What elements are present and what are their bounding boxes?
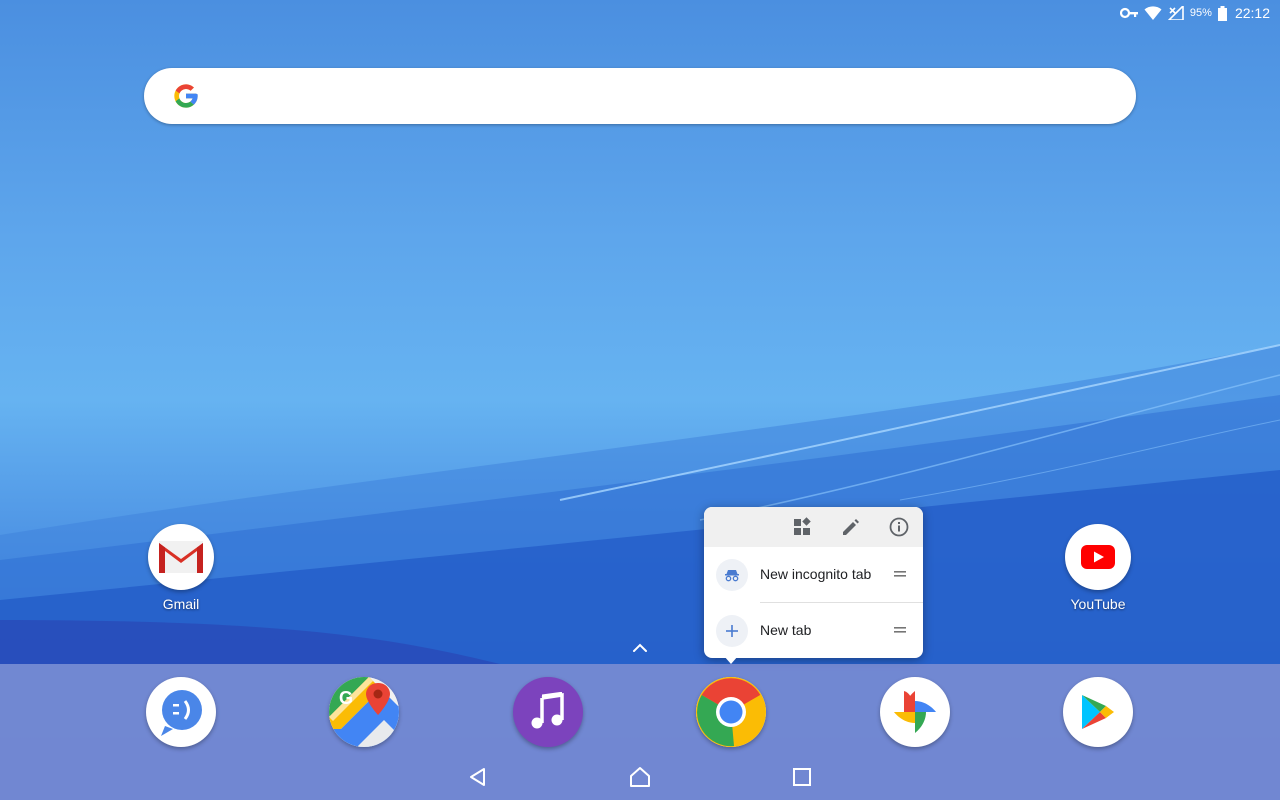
app-info-icon[interactable] bbox=[888, 516, 910, 538]
battery-percent: 95% bbox=[1189, 7, 1212, 19]
gmail-label: Gmail bbox=[162, 596, 200, 612]
chrome-icon[interactable] bbox=[696, 677, 766, 747]
battery-icon bbox=[1217, 5, 1227, 21]
svg-text:G: G bbox=[339, 688, 353, 708]
vpn-key-icon bbox=[1119, 7, 1138, 19]
home-icon[interactable] bbox=[628, 765, 652, 789]
app-drawer-chevron-icon[interactable] bbox=[631, 641, 649, 655]
gmail-icon bbox=[148, 524, 214, 590]
drag-handle-icon[interactable] bbox=[894, 570, 906, 578]
cellular-signal-off-icon bbox=[1167, 6, 1184, 20]
new-incognito-tab-label: New incognito tab bbox=[760, 566, 872, 582]
youtube-shortcut[interactable]: YouTube bbox=[1048, 524, 1148, 612]
popup-header bbox=[704, 507, 923, 547]
popup-item-new-tab[interactable]: New tab bbox=[704, 603, 923, 659]
widgets-icon[interactable] bbox=[792, 516, 814, 538]
google-photos-icon[interactable] bbox=[880, 677, 950, 747]
new-tab-label: New tab bbox=[760, 622, 812, 638]
popup-arrow bbox=[724, 656, 738, 664]
drag-handle-icon[interactable] bbox=[894, 626, 906, 634]
play-store-icon[interactable] bbox=[1063, 677, 1133, 747]
youtube-icon bbox=[1065, 524, 1131, 590]
google-maps-icon[interactable]: G bbox=[329, 677, 399, 747]
home-screen: 95% 22:12 Gmail YouTube New incognito ta… bbox=[0, 0, 1280, 800]
youtube-label: YouTube bbox=[1070, 596, 1126, 612]
gmail-shortcut[interactable]: Gmail bbox=[131, 524, 231, 612]
status-bar: 95% 22:12 bbox=[1119, 3, 1270, 23]
recents-icon[interactable] bbox=[790, 765, 814, 789]
back-icon[interactable] bbox=[466, 765, 490, 789]
chrome-shortcut-popup: New incognito tab New tab bbox=[704, 507, 923, 658]
popup-item-new-incognito-tab[interactable]: New incognito tab bbox=[704, 547, 923, 603]
incognito-icon bbox=[716, 559, 748, 591]
google-g-logo bbox=[174, 84, 198, 108]
wifi-icon bbox=[1144, 6, 1162, 20]
music-icon[interactable] bbox=[513, 677, 583, 747]
clock: 22:12 bbox=[1234, 5, 1270, 21]
google-search-bar[interactable] bbox=[144, 68, 1136, 124]
edit-icon[interactable] bbox=[840, 516, 862, 538]
plus-icon bbox=[716, 615, 748, 647]
messaging-icon[interactable] bbox=[146, 677, 216, 747]
